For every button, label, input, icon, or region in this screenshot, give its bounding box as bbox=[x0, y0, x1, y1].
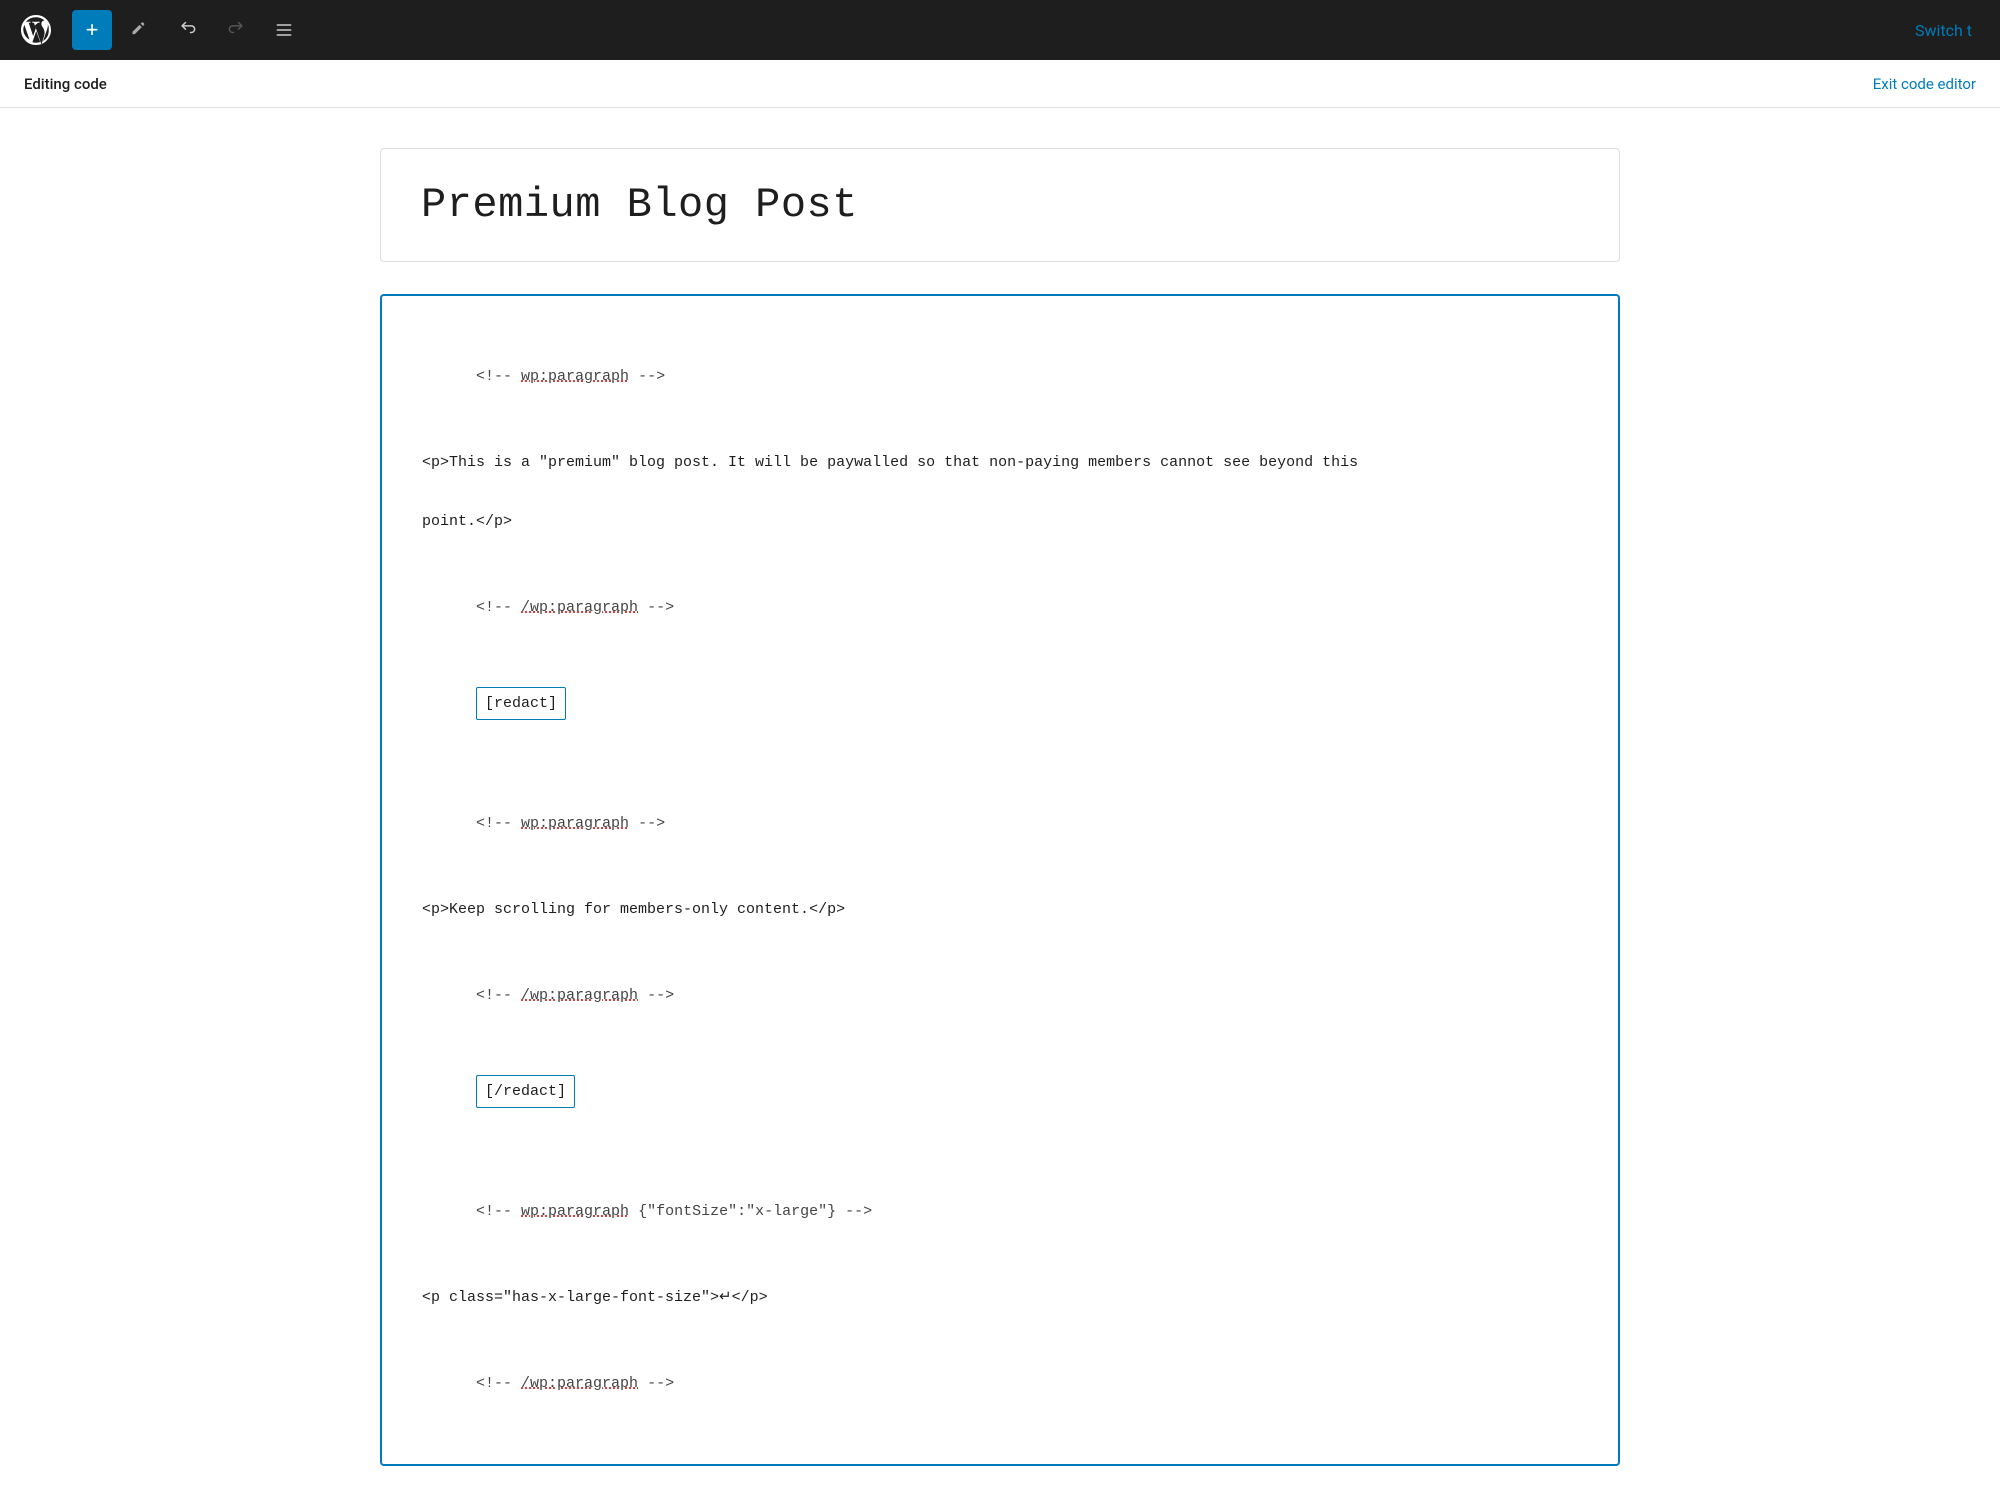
code-line: <p class="has-x-large-font-size">↵</p> bbox=[422, 1284, 1578, 1311]
title-block[interactable]: Premium Blog Post bbox=[380, 148, 1620, 262]
spacer bbox=[422, 1147, 1578, 1163]
spacer bbox=[422, 931, 1578, 947]
code-line: <!-- /wp:paragraph --> bbox=[422, 955, 1578, 1036]
add-block-button[interactable]: + bbox=[72, 10, 112, 50]
add-icon: + bbox=[86, 17, 99, 43]
redact-close-shortcode: [/redact] bbox=[476, 1075, 575, 1108]
wp-tag: /wp:paragraph bbox=[521, 987, 638, 1004]
code-line: <!-- wp:paragraph --> bbox=[422, 336, 1578, 417]
list-view-button[interactable] bbox=[264, 10, 304, 50]
wp-tag: wp:paragraph bbox=[521, 815, 629, 832]
spacer bbox=[422, 543, 1578, 559]
main-content: Premium Blog Post <!-- wp:paragraph --> … bbox=[300, 108, 1700, 1506]
editing-bar: Editing code Exit code editor bbox=[0, 60, 2000, 108]
code-line: <!-- wp:paragraph --> bbox=[422, 783, 1578, 864]
code-line: point.</p> bbox=[422, 508, 1578, 535]
redact-shortcode: [redact] bbox=[476, 687, 566, 720]
pencil-button[interactable] bbox=[120, 10, 160, 50]
redo-button[interactable] bbox=[216, 10, 256, 50]
spacer bbox=[422, 1260, 1578, 1276]
switch-link[interactable]: Switch t bbox=[1899, 13, 1988, 48]
comment-close: {"fontSize":"x-large"} --> bbox=[629, 1203, 872, 1220]
comment-open: <!-- bbox=[476, 368, 521, 385]
main-toolbar: + Switch t bbox=[0, 0, 2000, 60]
wp-logo[interactable] bbox=[12, 6, 60, 54]
comment-open: <!-- bbox=[476, 599, 521, 616]
code-line: <p>Keep scrolling for members-only conte… bbox=[422, 896, 1578, 923]
comment-close: --> bbox=[638, 1375, 674, 1392]
undo-icon bbox=[178, 20, 198, 40]
redo-icon bbox=[226, 20, 246, 40]
redact-close-line: [/redact] bbox=[422, 1044, 1578, 1139]
code-line: <!-- /wp:paragraph --> bbox=[422, 1343, 1578, 1424]
comment-open: <!-- bbox=[476, 815, 521, 832]
comment-open: <!-- bbox=[476, 1375, 521, 1392]
spacer bbox=[422, 425, 1578, 441]
comment-close: --> bbox=[629, 368, 665, 385]
wp-tag: /wp:paragraph bbox=[521, 599, 638, 616]
redact-line: [redact] bbox=[422, 656, 1578, 751]
comment-close: --> bbox=[629, 815, 665, 832]
code-editor-block[interactable]: <!-- wp:paragraph --> <p>This is a "prem… bbox=[380, 294, 1620, 1466]
list-icon bbox=[274, 20, 294, 40]
comment-close: --> bbox=[638, 987, 674, 1004]
editing-code-label: Editing code bbox=[24, 75, 107, 93]
wp-tag: /wp:paragraph bbox=[521, 1375, 638, 1392]
post-title: Premium Blog Post bbox=[421, 181, 1579, 229]
comment-open: <!-- bbox=[476, 987, 521, 1004]
pencil-icon bbox=[130, 20, 150, 40]
exit-code-editor-link[interactable]: Exit code editor bbox=[1873, 75, 1976, 93]
code-line: <!-- wp:paragraph {"fontSize":"x-large"}… bbox=[422, 1171, 1578, 1252]
wp-tag: wp:paragraph bbox=[521, 1203, 629, 1220]
spacer bbox=[422, 484, 1578, 500]
comment-open: <!-- bbox=[476, 1203, 521, 1220]
spacer bbox=[422, 872, 1578, 888]
spacer bbox=[422, 1319, 1578, 1335]
spacer bbox=[422, 759, 1578, 775]
comment-close: --> bbox=[638, 599, 674, 616]
undo-button[interactable] bbox=[168, 10, 208, 50]
code-line: <p>This is a "premium" blog post. It wil… bbox=[422, 449, 1578, 476]
code-line: <!-- /wp:paragraph --> bbox=[422, 567, 1578, 648]
wp-tag: wp:paragraph bbox=[521, 368, 629, 385]
